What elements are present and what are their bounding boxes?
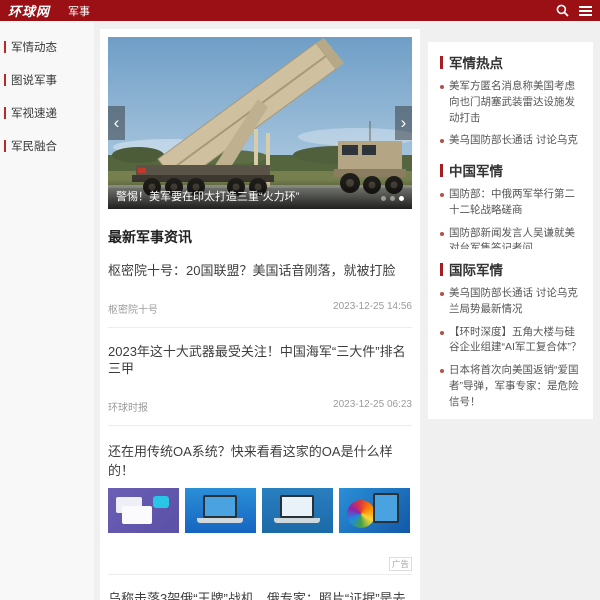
laptop-screen — [280, 495, 314, 518]
red-bar — [440, 56, 443, 69]
sidebar-news-link[interactable]: 美军方匿名消息称美国考虑向也门胡塞武装雷达设施发动打击 — [440, 79, 583, 126]
red-bar — [4, 41, 6, 53]
laptop-base — [197, 518, 243, 523]
sidebar-item-label: 军视速递 — [11, 105, 57, 121]
article-time: 2023-12-25 06:23 — [333, 399, 412, 414]
menu-icon[interactable] — [579, 6, 592, 16]
sidebar-section-label: 中国军情 — [449, 160, 503, 180]
color-fan-icon — [347, 500, 375, 528]
article-meta: 环球时报 2023-12-25 06:23 — [108, 399, 412, 414]
ad-thumb-laptop-map[interactable] — [185, 488, 256, 533]
article-source: 环球时报 — [108, 399, 148, 414]
red-bar — [440, 164, 443, 177]
site-logo[interactable]: 环球网 — [8, 1, 50, 20]
article-source: 枢密院十号 — [108, 301, 158, 316]
sidebar-item-junmin-ronghe[interactable]: 军民融合 — [4, 138, 94, 154]
ad-thumb-office-app[interactable] — [108, 488, 179, 533]
sidebar-item-label: 图说军事 — [11, 72, 57, 88]
laptop-base — [274, 518, 320, 523]
phone-screen — [373, 493, 399, 523]
left-sidebar: 军情动态 图说军事 军视速递 军民融合 — [0, 21, 94, 600]
article-title[interactable]: 乌称击落3架俄“王牌”战机，俄专家：照片“证据”是去年4月拍的 — [108, 590, 412, 600]
sidebar-item-junshi-sudi[interactable]: 军视速递 — [4, 105, 94, 121]
carousel-caption-bar: 警惕！美军要在印太打造三重“火力环” — [108, 179, 412, 209]
article-time: 2023-12-25 14:56 — [333, 301, 412, 316]
carousel-dot[interactable] — [390, 196, 395, 201]
chat-bubble-icon — [153, 496, 169, 508]
carousel-dots — [381, 196, 404, 204]
divider — [108, 425, 412, 426]
article-meta: 枢密院十号 2023-12-25 14:56 — [108, 301, 412, 316]
red-bar — [4, 107, 6, 119]
red-bar — [440, 263, 443, 276]
divider — [108, 327, 412, 328]
article-title[interactable]: 枢密院十号：20国联盟？美国话音刚落，就被打脸 — [108, 262, 412, 280]
carousel-next-button[interactable]: › — [395, 106, 412, 140]
sidebar-news-link[interactable]: 【环时深度】五角大楼与硅谷企业组建“AI军工复合体”？ — [440, 325, 583, 357]
sidebar-news-link[interactable]: 美乌国防部长通话 讨论乌克兰局势最新情况 — [440, 286, 583, 318]
ad-title[interactable]: 还在用传统OA系统？快来看看这家的OA是什么样的！ — [108, 441, 412, 479]
sidebar-item-label: 军情动态 — [11, 39, 57, 55]
carousel-prev-button[interactable]: ‹ — [108, 106, 125, 140]
ui-card-shape — [122, 506, 152, 524]
article-item[interactable]: 枢密院十号：20国联盟？美国话音刚落，就被打脸 枢密院十号 2023-12-25… — [108, 262, 412, 328]
tab-military[interactable]: 军事 — [68, 3, 90, 19]
red-bar — [4, 74, 6, 86]
sidebar-card-international-military: 国际军情 美乌国防部长通话 讨论乌克兰局势最新情况 【环时深度】五角大楼与硅谷企… — [428, 249, 593, 419]
hero-carousel[interactable]: ‹ › 警惕！美军要在印太打造三重“火力环” — [108, 37, 412, 209]
sidebar-section-label: 军情热点 — [449, 52, 503, 72]
ad-thumb-laptop-dashboard[interactable] — [262, 488, 333, 533]
carousel-dot[interactable] — [381, 196, 386, 201]
sidebar-news-link[interactable]: 国防部：中俄两军举行第二十二轮战略磋商 — [440, 187, 583, 219]
laptop-screen — [203, 495, 237, 518]
sidebar-section-title: 军情热点 — [440, 52, 583, 72]
ad-thumb-color-fan[interactable] — [339, 488, 410, 533]
divider — [108, 574, 412, 575]
sidebar-section-title: 中国军情 — [440, 160, 583, 180]
carousel-caption[interactable]: 警惕！美军要在印太打造三重“火力环” — [116, 188, 381, 204]
sidebar-item-junqing-dongtai[interactable]: 军情动态 — [4, 39, 94, 55]
article-title[interactable]: 2023年这十大武器最受关注！中国海军“三大件”排名三甲 — [108, 343, 412, 378]
article-item[interactable]: 乌称击落3架俄“王牌”战机，俄专家：照片“证据”是去年4月拍的 环球时报 202… — [108, 590, 412, 600]
ad-thumbnails — [108, 488, 412, 533]
ad-badge: 广告 — [389, 557, 412, 571]
red-bar — [4, 140, 6, 152]
top-header: 环球网 军事 — [0, 0, 600, 21]
carousel-dot-active[interactable] — [399, 196, 404, 201]
sidebar-section-title: 国际军情 — [440, 259, 583, 279]
ad-item[interactable]: 还在用传统OA系统？快来看看这家的OA是什么样的！ 广告 — [108, 441, 412, 575]
main-content: ‹ › 警惕！美军要在印太打造三重“火力环” 最新军事资讯 枢密院十号：20国联… — [100, 29, 420, 600]
sidebar-item-tushuo-junshi[interactable]: 图说军事 — [4, 72, 94, 88]
sidebar-section-label: 国际军情 — [449, 259, 503, 279]
sidebar-item-label: 军民融合 — [11, 138, 57, 154]
section-title-latest-news: 最新军事资讯 — [108, 227, 412, 247]
search-icon[interactable] — [556, 4, 569, 17]
sidebar-news-link[interactable]: 日本将首次向美国返销“爱国者”导弹，军事专家：是危险信号！ — [440, 363, 583, 410]
article-item[interactable]: 2023年这十大武器最受关注！中国海军“三大件”排名三甲 环球时报 2023-1… — [108, 343, 412, 426]
